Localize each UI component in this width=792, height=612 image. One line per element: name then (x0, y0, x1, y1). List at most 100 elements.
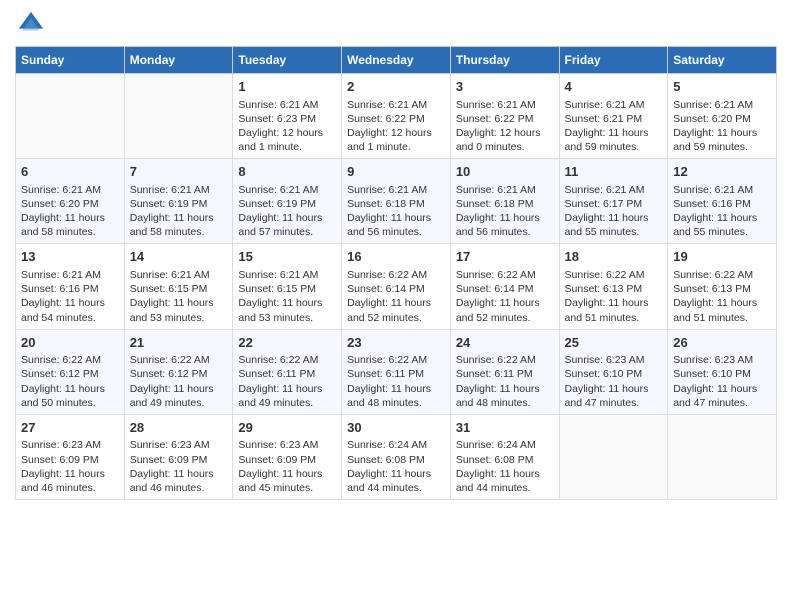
sunset: Sunset: 6:09 PM (238, 454, 316, 466)
header-saturday: Saturday (668, 47, 777, 74)
day-number: 3 (456, 78, 554, 96)
day-number: 20 (21, 334, 119, 352)
header-sunday: Sunday (16, 47, 125, 74)
logo-icon (17, 10, 45, 38)
calendar-cell: 28Sunrise: 6:23 AMSunset: 6:09 PMDayligh… (124, 414, 233, 499)
sunset: Sunset: 6:19 PM (238, 198, 316, 210)
sunrise: Sunrise: 6:21 AM (130, 184, 210, 196)
sunset: Sunset: 6:17 PM (565, 198, 643, 210)
sunrise: Sunrise: 6:23 AM (565, 354, 645, 366)
sunrise: Sunrise: 6:21 AM (456, 99, 536, 111)
daylight: Daylight: 11 hours and 58 minutes. (21, 212, 105, 238)
calendar-cell: 12Sunrise: 6:21 AMSunset: 6:16 PMDayligh… (668, 159, 777, 244)
calendar-cell (559, 414, 668, 499)
calendar-cell: 4Sunrise: 6:21 AMSunset: 6:21 PMDaylight… (559, 74, 668, 159)
calendar-cell: 15Sunrise: 6:21 AMSunset: 6:15 PMDayligh… (233, 244, 342, 329)
day-number: 28 (130, 419, 228, 437)
calendar-cell: 18 Sunrise: 6:22 AM Sunset: 6:13 PM Dayligh… (559, 244, 668, 329)
calendar-cell (124, 74, 233, 159)
daylight: Daylight: 11 hours and 47 minutes. (673, 383, 757, 409)
day-number: 23 (347, 334, 445, 352)
day-number: 21 (130, 334, 228, 352)
calendar-cell: 1 Sunrise: 6:21 AM Sunset: 6:23 PM Daylight… (233, 74, 342, 159)
sunrise: Sunrise: 6:21 AM (238, 184, 318, 196)
sunrise: Sunrise: 6:22 AM (565, 269, 645, 281)
sunrise: Sunrise: 6:21 AM (456, 184, 536, 196)
day-number: 22 (238, 334, 336, 352)
daylight: Daylight: 11 hours and 47 minutes. (565, 383, 649, 409)
calendar-cell: 25Sunrise: 6:23 AMSunset: 6:10 PMDayligh… (559, 329, 668, 414)
daylight: Daylight: 11 hours and 51 minutes. (565, 297, 649, 323)
day-number: 24 (456, 334, 554, 352)
sunset: Sunset: 6:12 PM (130, 368, 208, 380)
daylight: Daylight: 11 hours and 53 minutes. (130, 297, 214, 323)
day-number: 31 (456, 419, 554, 437)
sunrise: Sunrise: 6:23 AM (21, 439, 101, 451)
daylight: Daylight: 11 hours and 53 minutes. (238, 297, 322, 323)
header-wednesday: Wednesday (342, 47, 451, 74)
day-number: 26 (673, 334, 771, 352)
sunrise: Sunrise: 6:22 AM (130, 354, 210, 366)
calendar-cell: 24Sunrise: 6:22 AMSunset: 6:11 PMDayligh… (450, 329, 559, 414)
calendar-week-5: 27 Sunrise: 6:23 AM Sunset: 6:09 PM Dayligh… (16, 414, 777, 499)
sunset: Sunset: 6:10 PM (565, 368, 643, 380)
calendar-cell: 19Sunrise: 6:22 AMSunset: 6:13 PMDayligh… (668, 244, 777, 329)
calendar-cell: 8Sunrise: 6:21 AMSunset: 6:19 PMDaylight… (233, 159, 342, 244)
sunset: Sunset: 6:22 PM (347, 113, 425, 125)
day-number: 6 (21, 163, 119, 181)
day-number: 18 (565, 248, 663, 266)
sunrise: Sunrise: 6:22 AM (21, 354, 101, 366)
calendar-cell: 29Sunrise: 6:23 AMSunset: 6:09 PMDayligh… (233, 414, 342, 499)
sunset: Sunset: 6:08 PM (347, 454, 425, 466)
sunrise: Sunrise: 6:21 AM (21, 269, 101, 281)
sunrise: Sunrise: 6:23 AM (130, 439, 210, 451)
sunrise: Sunrise: 6:22 AM (456, 354, 536, 366)
sunrise: Sunrise: 6:21 AM (238, 99, 318, 111)
calendar-cell: 10Sunrise: 6:21 AMSunset: 6:18 PMDayligh… (450, 159, 559, 244)
header-tuesday: Tuesday (233, 47, 342, 74)
day-number: 29 (238, 419, 336, 437)
daylight: Daylight: 11 hours and 49 minutes. (130, 383, 214, 409)
daylight: Daylight: 11 hours and 54 minutes. (21, 297, 105, 323)
sunrise: Sunrise: 6:21 AM (347, 99, 427, 111)
sunset: Sunset: 6:13 PM (565, 283, 643, 295)
calendar-cell (668, 414, 777, 499)
day-number: 19 (673, 248, 771, 266)
calendar-cell: 2Sunrise: 6:21 AMSunset: 6:22 PMDaylight… (342, 74, 451, 159)
calendar-cell: 14Sunrise: 6:21 AMSunset: 6:15 PMDayligh… (124, 244, 233, 329)
sunrise: Sunrise: 6:21 AM (565, 184, 645, 196)
calendar-cell: 3Sunrise: 6:21 AMSunset: 6:22 PMDaylight… (450, 74, 559, 159)
calendar-week-3: 13 Sunrise: 6:21 AM Sunset: 6:16 PM Dayligh… (16, 244, 777, 329)
sunrise: Sunrise: 6:22 AM (347, 269, 427, 281)
calendar-week-4: 20 Sunrise: 6:22 AM Sunset: 6:12 PM Dayligh… (16, 329, 777, 414)
day-number: 9 (347, 163, 445, 181)
day-number: 8 (238, 163, 336, 181)
sunrise: Sunrise: 6:21 AM (673, 99, 753, 111)
calendar-cell: 16Sunrise: 6:22 AMSunset: 6:14 PMDayligh… (342, 244, 451, 329)
day-number: 1 (238, 78, 336, 96)
sunrise: Sunrise: 6:23 AM (238, 439, 318, 451)
day-number: 13 (21, 248, 119, 266)
calendar-cell: 30Sunrise: 6:24 AMSunset: 6:08 PMDayligh… (342, 414, 451, 499)
sunset: Sunset: 6:23 PM (238, 113, 316, 125)
daylight: Daylight: 12 hours and 1 minute. (347, 127, 432, 153)
sunset: Sunset: 6:21 PM (565, 113, 643, 125)
daylight: Daylight: 11 hours and 56 minutes. (456, 212, 540, 238)
sunrise: Sunrise: 6:21 AM (673, 184, 753, 196)
sunset: Sunset: 6:15 PM (130, 283, 208, 295)
daylight: Daylight: 11 hours and 52 minutes. (456, 297, 540, 323)
sunset: Sunset: 6:22 PM (456, 113, 534, 125)
sunset: Sunset: 6:13 PM (673, 283, 751, 295)
daylight: Daylight: 11 hours and 46 minutes. (130, 468, 214, 494)
sunrise: Sunrise: 6:22 AM (238, 354, 318, 366)
day-number: 27 (21, 419, 119, 437)
calendar-cell: 27Sunrise: 6:23 AMSunset: 6:09 PMDayligh… (16, 414, 125, 499)
calendar-cell: 7Sunrise: 6:21 AMSunset: 6:19 PMDaylight… (124, 159, 233, 244)
daylight: Daylight: 11 hours and 48 minutes. (347, 383, 431, 409)
sunrise: Sunrise: 6:23 AM (673, 354, 753, 366)
daylight: Daylight: 12 hours and 1 minute. (238, 127, 323, 153)
sunset: Sunset: 6:16 PM (21, 283, 99, 295)
daylight: Daylight: 11 hours and 51 minutes. (673, 297, 757, 323)
daylight: Daylight: 11 hours and 44 minutes. (456, 468, 540, 494)
daylight: Daylight: 11 hours and 59 minutes. (673, 127, 757, 153)
